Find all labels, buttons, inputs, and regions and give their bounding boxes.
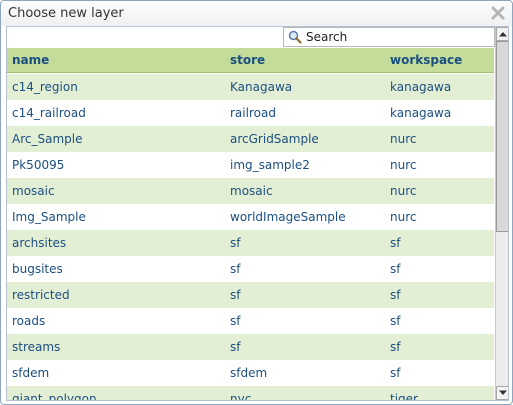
cell-name: archsites: [12, 236, 67, 250]
cell-store: Kanagawa: [230, 80, 293, 94]
column-header-workspace[interactable]: workspace: [390, 53, 462, 67]
cell-store: sf: [230, 288, 241, 302]
cell-store: arcGridSample: [230, 132, 319, 146]
search-input[interactable]: [306, 29, 486, 45]
cell-workspace: sf: [390, 288, 401, 302]
cell-store: sf: [230, 262, 241, 276]
search-box[interactable]: [283, 27, 495, 47]
grid-header: name store workspace: [7, 48, 494, 73]
table-row[interactable]: giant_polygon nyc tiger: [7, 386, 494, 400]
column-header-store[interactable]: store: [230, 53, 265, 67]
cell-name: c14_region: [12, 80, 78, 94]
choose-layer-dialog: Choose new layer name store workspace: [0, 0, 513, 405]
layer-list-panel: name store workspace c14_region Kanagawa…: [6, 26, 509, 401]
cell-name: c14_railroad: [12, 106, 86, 120]
cell-workspace: kanagawa: [390, 106, 452, 120]
column-header-name[interactable]: name: [12, 53, 49, 67]
cell-workspace: sf: [390, 314, 401, 328]
cell-store: mosaic: [230, 184, 273, 198]
table-row[interactable]: Pk50095 img_sample2 nurc: [7, 152, 494, 178]
cell-workspace: sf: [390, 262, 401, 276]
cell-name: streams: [12, 340, 61, 354]
cell-workspace: nurc: [390, 158, 417, 172]
cell-name: Arc_Sample: [12, 132, 83, 146]
table-row[interactable]: c14_region Kanagawa kanagawa: [7, 74, 494, 100]
scrollbar-thumb[interactable]: [496, 41, 508, 232]
dialog-title: Choose new layer: [8, 6, 124, 21]
arrow-down-icon: [499, 390, 507, 395]
scroll-down-button[interactable]: [496, 386, 508, 400]
table-row[interactable]: streams sf sf: [7, 334, 494, 360]
cell-store: nyc: [230, 392, 252, 400]
table-row[interactable]: Img_Sample worldImageSample nurc: [7, 204, 494, 230]
cell-name: bugsites: [12, 262, 63, 276]
vertical-scrollbar[interactable]: [495, 27, 508, 400]
search-icon: [284, 28, 306, 46]
cell-workspace: sf: [390, 236, 401, 250]
table-row[interactable]: archsites sf sf: [7, 230, 494, 256]
table-row[interactable]: Arc_Sample arcGridSample nurc: [7, 126, 494, 152]
cell-store: sfdem: [230, 366, 268, 380]
table-row[interactable]: sfdem sfdem sf: [7, 360, 494, 386]
cell-store: sf: [230, 340, 241, 354]
cell-store: sf: [230, 236, 241, 250]
close-icon[interactable]: [489, 4, 507, 22]
cell-store: worldImageSample: [230, 210, 346, 224]
cell-name: Img_Sample: [12, 210, 86, 224]
cell-name: sfdem: [12, 366, 50, 380]
table-row[interactable]: bugsites sf sf: [7, 256, 494, 282]
table-row[interactable]: mosaic mosaic nurc: [7, 178, 494, 204]
cell-name: restricted: [12, 288, 70, 302]
grid-rows: c14_region Kanagawa kanagawa c14_railroa…: [7, 74, 494, 400]
cell-workspace: sf: [390, 340, 401, 354]
cell-workspace: tiger: [390, 392, 418, 400]
cell-store: sf: [230, 314, 241, 328]
cell-store: img_sample2: [230, 158, 310, 172]
scroll-up-button[interactable]: [496, 27, 508, 41]
cell-name: mosaic: [12, 184, 55, 198]
table-row[interactable]: roads sf sf: [7, 308, 494, 334]
cell-workspace: kanagawa: [390, 80, 452, 94]
cell-name: Pk50095: [12, 158, 65, 172]
table-row[interactable]: c14_railroad railroad kanagawa: [7, 100, 494, 126]
table-row[interactable]: restricted sf sf: [7, 282, 494, 308]
arrow-up-icon: [499, 32, 507, 37]
cell-workspace: nurc: [390, 184, 417, 198]
cell-name: roads: [12, 314, 46, 328]
cell-store: railroad: [230, 106, 276, 120]
cell-workspace: nurc: [390, 210, 417, 224]
cell-workspace: nurc: [390, 132, 417, 146]
layer-grid: name store workspace c14_region Kanagawa…: [7, 48, 494, 400]
title-bar[interactable]: Choose new layer: [1, 1, 512, 26]
cell-workspace: sf: [390, 366, 401, 380]
cell-name: giant_polygon: [12, 392, 97, 400]
